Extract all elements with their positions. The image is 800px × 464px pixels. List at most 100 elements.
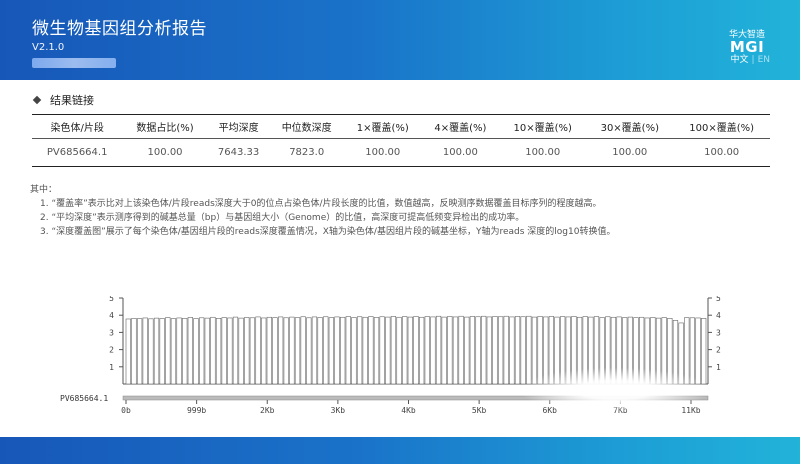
depth-bar [497, 316, 504, 385]
depth-bar [396, 316, 402, 385]
y-tick-label-left: 2 [109, 346, 114, 355]
col-header: 1×覆盖(%) [343, 114, 422, 139]
table-header-row: 染色体/片段 数据占比(%) 平均深度 中位数深度 1×覆盖(%) 4×覆盖(%… [32, 114, 770, 139]
depth-bar [419, 316, 425, 385]
x-tick-label: 3Kb [331, 406, 346, 414]
depth-bar [238, 317, 244, 385]
diamond-icon [32, 95, 42, 105]
depth-bar [255, 316, 261, 385]
note-item: 1. “覆盖率”表示比对上该染色体/片段reads深度大于0的位点占染色体/片段… [40, 199, 602, 209]
table-cell: 100.00 [586, 138, 674, 167]
lang-en-link[interactable]: EN [758, 55, 770, 65]
y-tick-label-right: 3 [716, 328, 721, 337]
table-row: PV685664.1 100.00 7643.33 7823.0 100.00 … [32, 138, 770, 167]
depth-bar [221, 317, 227, 385]
x-tick-label: 5Kb [472, 406, 487, 414]
depth-bar [430, 316, 436, 385]
depth-bar [244, 317, 250, 385]
section-heading: 结果链接 [32, 92, 94, 108]
watermark-overlay [520, 368, 710, 412]
depth-bar [503, 315, 509, 385]
redacted-text [32, 58, 116, 68]
depth-bar [390, 316, 397, 385]
col-header: 30×覆盖(%) [586, 114, 674, 139]
depth-bar [283, 317, 289, 385]
depth-bar [317, 317, 323, 385]
depth-bar [464, 316, 470, 385]
note-item: 2. “平均深度”表示测序得到的碱基总量（bp）与基因组大小（Genome）的比… [40, 213, 525, 223]
depth-bar [136, 318, 143, 385]
x-tick-label: 4Kb [401, 406, 416, 414]
col-header: 数据占比(%) [122, 114, 208, 139]
y-tick-label-left: 1 [109, 363, 114, 372]
depth-bar [379, 316, 385, 385]
depth-bar [148, 318, 154, 385]
depth-bar [373, 317, 380, 385]
table-cell: 100.00 [421, 138, 500, 167]
table-cell: 100.00 [673, 138, 770, 167]
report-footer [0, 437, 800, 464]
table-cell: PV685664.1 [32, 138, 123, 167]
y-tick-label-right: 1 [716, 363, 721, 372]
table-cell: 100.00 [343, 138, 422, 167]
depth-bar [481, 315, 487, 385]
col-header: 平均深度 [207, 114, 270, 139]
depth-bar [289, 316, 295, 385]
depth-bar [435, 315, 442, 385]
y-tick-label-left: 4 [109, 311, 114, 320]
depth-bar [278, 316, 284, 385]
depth-bar [159, 318, 165, 385]
language-switcher: 中文 | EN [731, 52, 770, 65]
depth-bar [215, 317, 222, 385]
depth-bar [334, 316, 340, 385]
depth-bar [272, 317, 278, 385]
depth-bar [199, 317, 205, 385]
depth-bar [165, 317, 171, 385]
depth-bar [424, 316, 430, 385]
depth-bar [131, 317, 137, 385]
table-cell: 100.00 [122, 138, 208, 167]
table-cell: 7643.33 [207, 138, 270, 167]
depth-bar [300, 316, 306, 385]
depth-bar [210, 316, 216, 385]
depth-bar [458, 315, 464, 385]
notes-block: 其中： 1. “覆盖率”表示比对上该染色体/片段reads深度大于0的位点占染色… [30, 183, 615, 239]
depth-bar [182, 317, 188, 385]
depth-bar [125, 318, 131, 385]
lang-zh-link[interactable]: 中文 [731, 55, 749, 65]
depth-bar [323, 316, 329, 385]
version-label: V2.1.0 [32, 42, 65, 53]
col-header: 染色体/片段 [32, 114, 123, 139]
section-title: 结果链接 [50, 94, 94, 107]
depth-bar [351, 317, 357, 385]
depth-bar [402, 316, 408, 385]
lang-separator: | [751, 55, 755, 65]
depth-bar [266, 316, 272, 385]
depth-bar [170, 318, 177, 385]
depth-bar [441, 316, 447, 385]
col-header: 4×覆盖(%) [421, 114, 500, 139]
depth-bar [469, 316, 476, 385]
depth-bar [452, 316, 459, 385]
table-cell: 100.00 [499, 138, 587, 167]
y-tick-label-left: 3 [109, 328, 114, 337]
page-title: 微生物基因组分析报告 [32, 19, 207, 39]
depth-bar [340, 316, 346, 385]
brand-logo: 华大智造 MGI [724, 30, 770, 55]
depth-bar [328, 317, 335, 385]
depth-bar [193, 318, 199, 385]
notes-intro: 其中： [30, 185, 58, 195]
results-table: 染色体/片段 数据占比(%) 平均深度 中位数深度 1×覆盖(%) 4×覆盖(%… [32, 114, 770, 167]
table-cell: 7823.0 [269, 138, 344, 167]
depth-bar [362, 316, 368, 385]
depth-bar [413, 316, 419, 385]
depth-bar [407, 316, 413, 385]
depth-bar [492, 316, 498, 385]
y-tick-label-left: 5 [109, 296, 114, 303]
y-tick-label-right: 5 [716, 296, 721, 303]
depth-bar [306, 317, 312, 385]
depth-bar [368, 316, 374, 385]
y-tick-label-right: 4 [716, 311, 721, 320]
depth-bar [486, 316, 492, 385]
depth-bar [187, 317, 193, 385]
